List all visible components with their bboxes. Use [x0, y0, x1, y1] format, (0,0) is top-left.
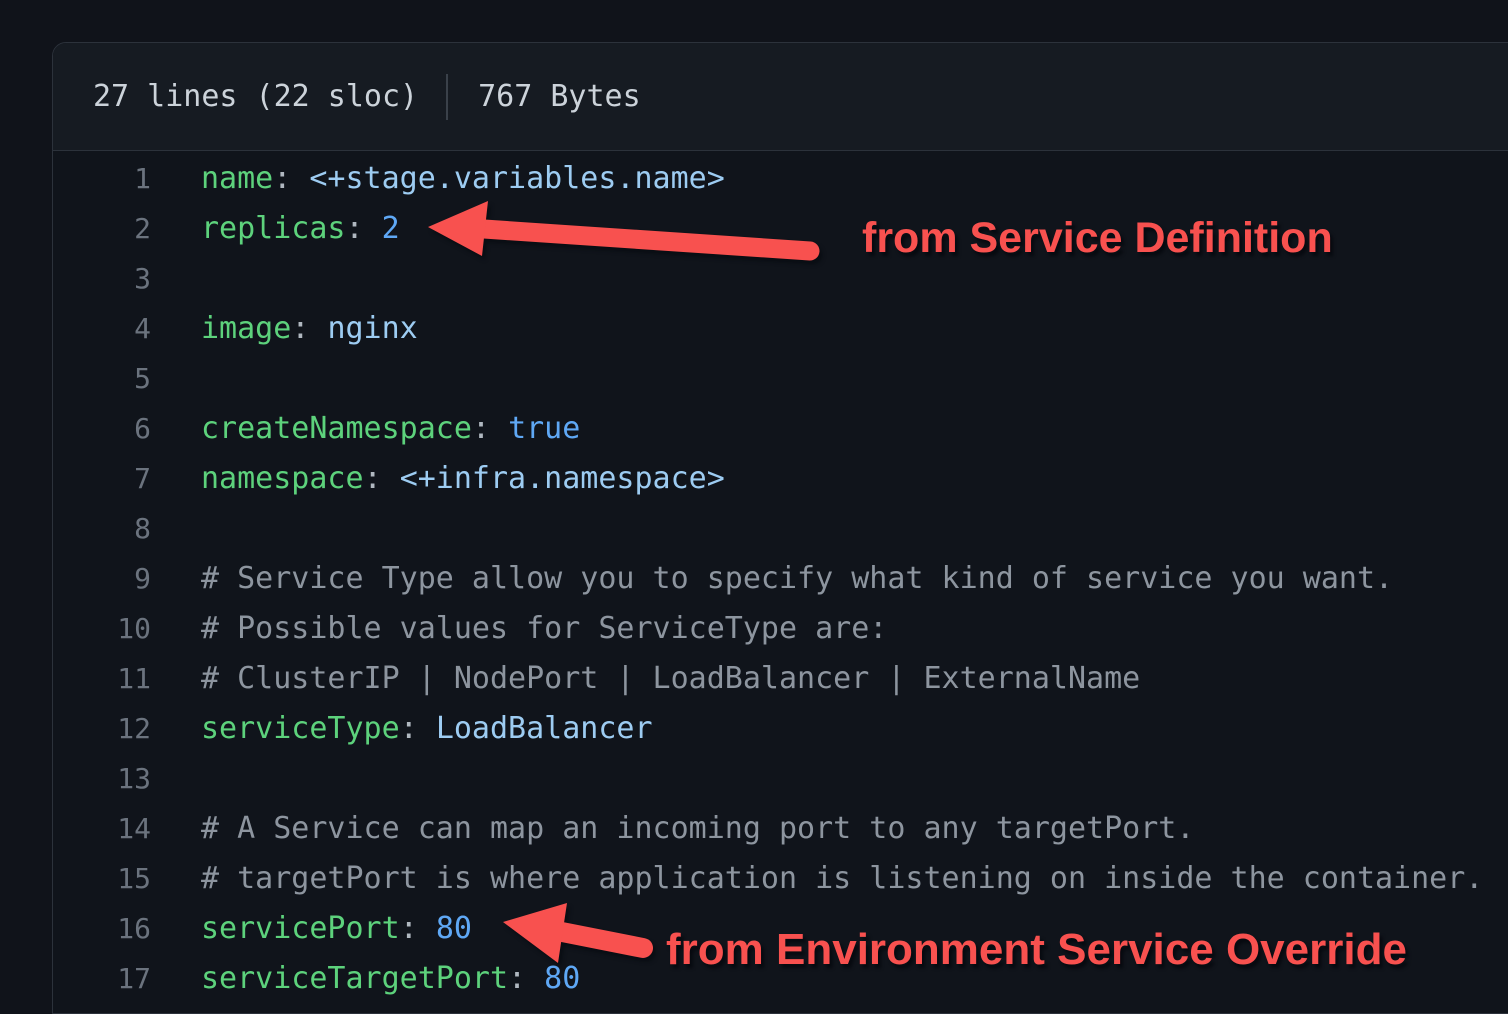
line-number[interactable]: 8: [53, 512, 151, 545]
code-line: 7namespace: <+infra.namespace>: [53, 453, 1508, 503]
line-number[interactable]: 10: [53, 612, 151, 645]
file-lines-info: 27 lines (22 sloc): [93, 79, 418, 114]
code-line: 6createNamespace: true: [53, 403, 1508, 453]
line-number[interactable]: 11: [53, 662, 151, 695]
annotation-label-environment-override: from Environment Service Override: [666, 925, 1407, 975]
line-number[interactable]: 7: [53, 462, 151, 495]
code-text: name: <+stage.variables.name>: [151, 161, 725, 196]
code-line: 13: [53, 753, 1508, 803]
token-key: servicePort: [201, 911, 400, 946]
code-line: 10 # Possible values for ServiceType are:: [53, 603, 1508, 653]
code-text: # targetPort is where application is lis…: [151, 861, 1483, 896]
line-number[interactable]: 9: [53, 562, 151, 595]
token-punct: :: [400, 911, 436, 946]
line-number[interactable]: 12: [53, 712, 151, 745]
line-number[interactable]: 16: [53, 912, 151, 945]
token-comment: # ClusterIP | NodePort | LoadBalancer | …: [201, 661, 1140, 696]
token-str: <+infra.namespace>: [400, 461, 725, 496]
file-header-bar: 27 lines (22 sloc) 767 Bytes: [53, 43, 1508, 151]
line-number[interactable]: 15: [53, 862, 151, 895]
token-str: nginx: [327, 311, 417, 346]
token-key: name: [201, 161, 273, 196]
line-number[interactable]: 5: [53, 362, 151, 395]
token-key: serviceTargetPort: [201, 961, 508, 996]
token-comment: # A Service can map an incoming port to …: [201, 811, 1194, 846]
header-divider: [446, 74, 448, 120]
code-text: # Service Type allow you to specify what…: [151, 561, 1393, 596]
code-line: 14 # A Service can map an incoming port t…: [53, 803, 1508, 853]
token-comment: # targetPort is where application is lis…: [201, 861, 1483, 896]
token-comment: # Possible values for ServiceType are:: [201, 611, 887, 646]
code-line: 11 # ClusterIP | NodePort | LoadBalancer …: [53, 653, 1508, 703]
code-text: replicas: 2: [151, 211, 400, 246]
line-number[interactable]: 17: [53, 962, 151, 995]
token-key: replicas: [201, 211, 346, 246]
token-str: LoadBalancer: [436, 711, 653, 746]
token-punct: :: [364, 461, 400, 496]
code-line: 4image: nginx: [53, 303, 1508, 353]
token-punct: :: [400, 711, 436, 746]
token-comment: # Service Type allow you to specify what…: [201, 561, 1393, 596]
code-text: # Possible values for ServiceType are:: [151, 611, 887, 646]
line-number[interactable]: 2: [53, 212, 151, 245]
code-text: createNamespace: true: [151, 411, 580, 446]
line-number[interactable]: 4: [53, 312, 151, 345]
token-key: namespace: [201, 461, 364, 496]
code-text: # A Service can map an incoming port to …: [151, 811, 1194, 846]
token-bool: true: [508, 411, 580, 446]
annotation-arrow-environment-override: [488, 892, 663, 972]
line-number[interactable]: 13: [53, 762, 151, 795]
token-punct: :: [472, 411, 508, 446]
code-line: 8: [53, 503, 1508, 553]
token-key: createNamespace: [201, 411, 472, 446]
token-num: 2: [382, 211, 400, 246]
code-line: 9 # Service Type allow you to specify wha…: [53, 553, 1508, 603]
annotation-label-service-definition: from Service Definition: [862, 214, 1333, 263]
line-number[interactable]: 6: [53, 412, 151, 445]
code-text: namespace: <+infra.namespace>: [151, 461, 725, 496]
code-text: servicePort: 80: [151, 911, 472, 946]
code-line: 12serviceType: LoadBalancer: [53, 703, 1508, 753]
annotation-arrow-service-definition: [418, 192, 830, 270]
code-line: 15 # targetPort is where application is l…: [53, 853, 1508, 903]
file-viewer-panel: 27 lines (22 sloc) 767 Bytes 1name: <+st…: [52, 42, 1508, 1014]
line-number[interactable]: 1: [53, 162, 151, 195]
code-area: 1name: <+stage.variables.name>2replicas:…: [53, 151, 1508, 1003]
token-punct: :: [273, 161, 309, 196]
line-number[interactable]: 3: [53, 262, 151, 295]
line-number[interactable]: 14: [53, 812, 151, 845]
token-key: serviceType: [201, 711, 400, 746]
token-key: image: [201, 311, 291, 346]
token-punct: :: [291, 311, 327, 346]
code-text: serviceType: LoadBalancer: [151, 711, 653, 746]
code-text: image: nginx: [151, 311, 418, 346]
code-text: # ClusterIP | NodePort | LoadBalancer | …: [151, 661, 1140, 696]
code-line: 5: [53, 353, 1508, 403]
file-size-info: 767 Bytes: [478, 79, 641, 114]
token-num: 80: [436, 911, 472, 946]
token-punct: :: [346, 211, 382, 246]
token-str: <+stage.variables.name>: [309, 161, 724, 196]
